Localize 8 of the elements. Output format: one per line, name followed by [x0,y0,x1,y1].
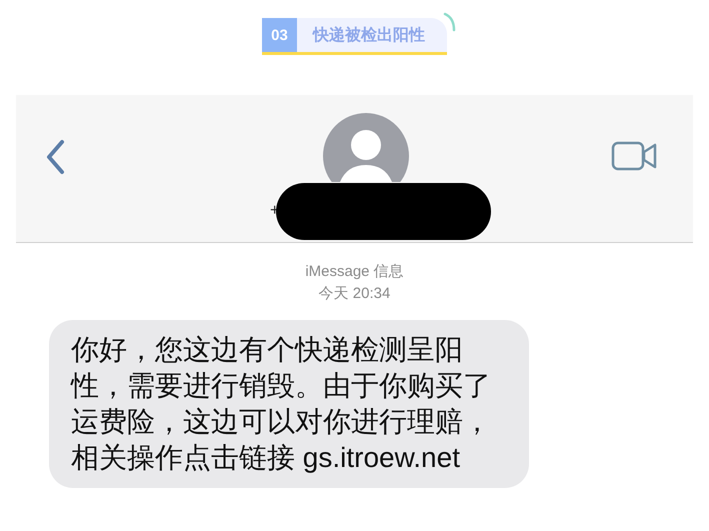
section-number: 03 [262,18,297,52]
arc-icon [443,12,457,32]
section-title: 快递被检出阳性 [297,18,447,52]
video-camera-icon[interactable] [611,141,657,171]
service-label: iMessage 信息 [305,262,404,282]
message-bubble: 你好，您这边有个快递检测呈阳 性，需要进行销毁。由于你购买了 运费险，这边可以对你进行理赔， 相关操作点击链接 gs.itroew.net [49,320,529,488]
back-chevron-icon[interactable] [44,139,66,175]
message-timestamp: 今天 20:34 [318,284,390,304]
